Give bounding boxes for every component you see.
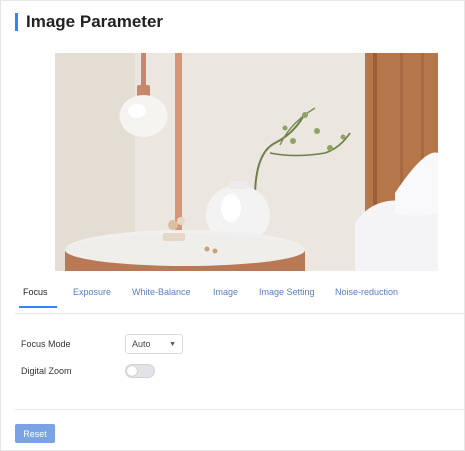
focus-mode-row: Focus Mode Auto ▼ [21,334,183,354]
focus-mode-value: Auto [132,339,151,349]
parameter-tabs: Focus Exposure White-Balance Image Image… [15,271,464,314]
title-accent-bar [15,13,18,31]
digital-zoom-toggle[interactable] [125,364,155,378]
tab-image-setting[interactable]: Image Setting [259,287,315,297]
tab-white-balance[interactable]: White-Balance [132,287,191,297]
digital-zoom-row: Digital Zoom [21,364,155,378]
active-tab-indicator [19,306,57,308]
footer-divider [15,409,464,410]
tab-noise-reduction[interactable]: Noise-reduction [335,287,398,297]
focus-mode-select[interactable]: Auto ▼ [125,334,183,354]
reset-button[interactable]: Reset [15,424,55,443]
camera-preview-image [55,53,438,271]
chevron-down-icon: ▼ [169,340,176,348]
tab-exposure[interactable]: Exposure [73,287,111,297]
tab-image[interactable]: Image [213,287,238,297]
toggle-knob [127,366,137,376]
focus-mode-label: Focus Mode [21,339,71,349]
camera-preview-scene [55,53,438,271]
page-header: Image Parameter [15,9,163,35]
image-parameter-panel: Image Parameter Focus Exposure White-Bal… [0,0,465,451]
digital-zoom-label: Digital Zoom [21,366,72,376]
page-title: Image Parameter [26,12,164,31]
tab-focus[interactable]: Focus [23,287,48,297]
